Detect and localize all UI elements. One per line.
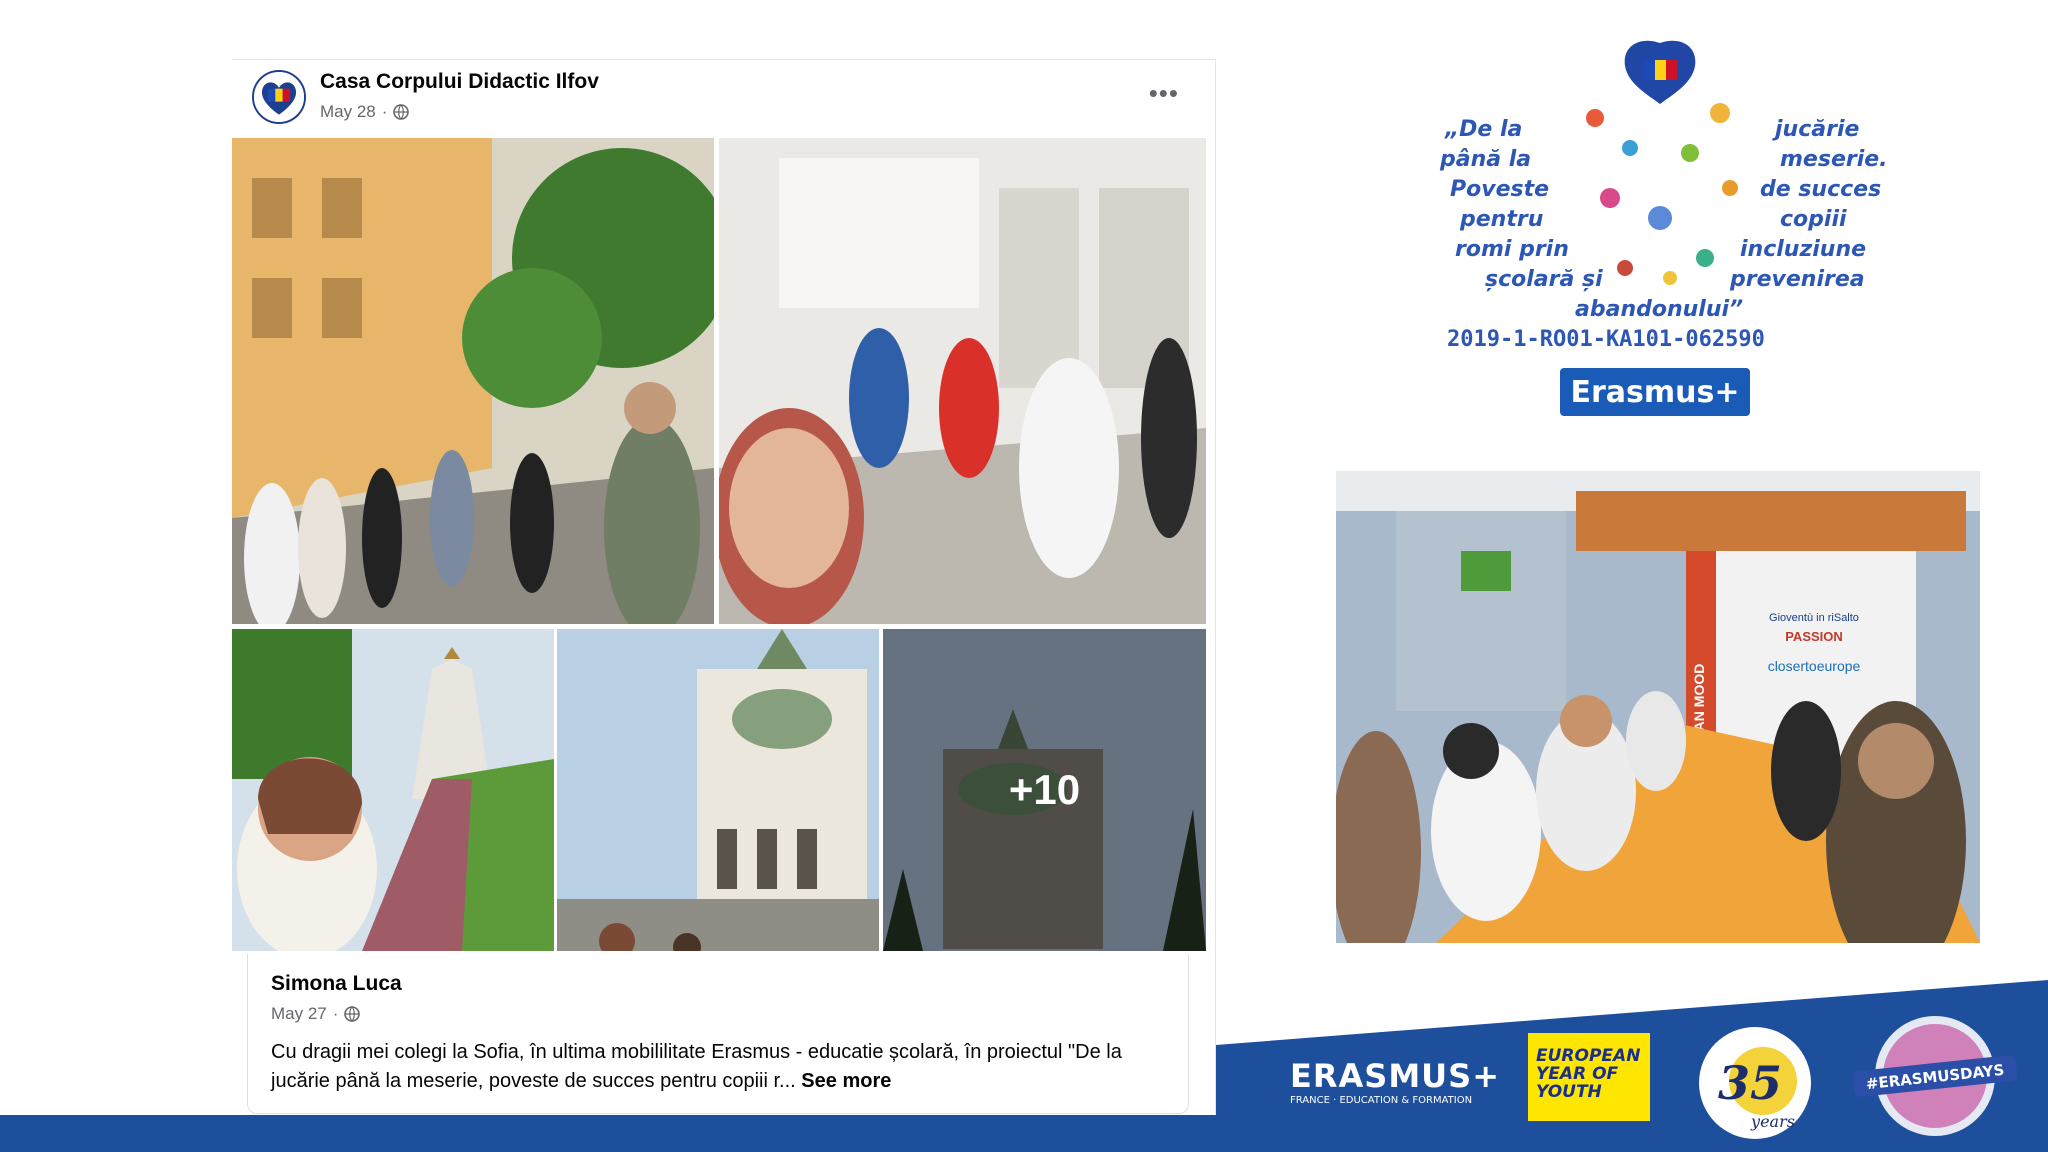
erasmus-35-years-logo[interactable]: 35 years (1695, 1023, 1815, 1143)
logo-right-line-3: de succes (1760, 177, 1881, 202)
eyy-line-1: EUROPEAN (1536, 1046, 1641, 1066)
logo-text-line-6: școlară și (1485, 267, 1603, 292)
logo-text-line-1: „De la (1444, 117, 1522, 142)
cathedral-photo (557, 629, 879, 951)
shared-post-meta: May 27 · (271, 1004, 361, 1024)
project-logo: „De la până la Poveste pentru romi prin … (1430, 38, 1890, 438)
logo-text-line-2: până la (1439, 147, 1531, 172)
shared-author-name[interactable]: Simona Luca (271, 972, 402, 996)
logo-right-line-6: prevenirea (1729, 267, 1865, 292)
group-photo-hallway (719, 138, 1206, 624)
erasmus-logo-text: ERASMUS+ (1290, 1057, 1500, 1095)
logo-text-line-5: romi prin (1455, 237, 1569, 262)
post-photo-5[interactable]: +10 (883, 629, 1206, 951)
heart-flag-icon (254, 72, 304, 122)
erasmus-logo-subtitle: FRANCE · EDUCATION & FORMATION (1290, 1095, 1473, 1106)
shared-post[interactable]: Simona Luca May 27 · Cu dragii mei coleg… (247, 954, 1189, 1114)
project-code: 2019-1-RO01-KA101-062590 (1447, 327, 1765, 352)
post-author-name[interactable]: Casa Corpului Didactic Ilfov (320, 70, 599, 94)
globe-icon (393, 104, 410, 120)
shared-post-text: Cu dragii mei colegi la Sofia, în ultima… (271, 1038, 1171, 1096)
post-photo-1[interactable] (232, 138, 714, 624)
post-photo-4[interactable] (557, 629, 879, 951)
selfie-cathedral-photo (232, 629, 554, 951)
anniversary-years: years (1750, 1112, 1795, 1131)
erasmus-plus-logo[interactable]: ERASMUS+ FRANCE · EDUCATION & FORMATION (1290, 1057, 1500, 1106)
logo-right-line-4: copiii (1780, 207, 1847, 232)
shared-post-date[interactable]: May 27 (271, 1004, 327, 1024)
logo-text-line-4: pentru (1459, 207, 1543, 232)
classroom-workshop-photo: Gioventù in riSalto PASSION closertoeuro… (1336, 471, 1980, 943)
erasmus-days-logo[interactable]: #ERASMUSDAYS (1845, 1011, 2025, 1141)
logo-right-line-1: jucărie (1772, 117, 1859, 142)
post-photo-3[interactable] (232, 629, 554, 951)
see-more-link[interactable]: See more (801, 1070, 891, 1092)
logo-text-line-3: Poveste (1450, 177, 1549, 202)
eyy-line-3: YOUTH (1536, 1082, 1602, 1102)
erasmus-plus-badge: Erasmus+ (1571, 375, 1740, 410)
toys-heart-illustration: „De la până la Poveste pentru romi prin … (1439, 40, 1888, 416)
globe-icon (344, 1006, 361, 1022)
workshop-photo[interactable]: Gioventù in riSalto PASSION closertoeuro… (1336, 471, 1980, 943)
european-year-of-youth-logo[interactable]: EUROPEAN YEAR OF YOUTH (1528, 1033, 1650, 1121)
banner-line-3: closertoeurope (1768, 658, 1861, 674)
post-date[interactable]: May 28 (320, 102, 376, 122)
page-avatar[interactable] (252, 70, 306, 124)
footer-logos: ERASMUS+ FRANCE · EDUCATION & FORMATION … (1290, 995, 2048, 1152)
shared-post-body: Cu dragii mei colegi la Sofia, în ultima… (271, 1041, 1122, 1092)
banner-line-2: PASSION (1785, 629, 1843, 644)
more-options-icon[interactable]: ••• (1149, 78, 1179, 109)
logo-right-line-2: meserie. (1780, 147, 1888, 172)
post-meta: May 28 · (320, 102, 410, 122)
post-photo-2[interactable] (719, 138, 1206, 624)
group-photo-street (232, 138, 714, 624)
meta-separator: · (332, 1004, 339, 1023)
logo-text-line-7: abandonului” (1575, 297, 1743, 322)
banner-line-1: Gioventù in riSalto (1769, 612, 1859, 624)
eyy-line-2: YEAR OF (1536, 1064, 1619, 1084)
logo-right-line-5: incluziune (1740, 237, 1866, 262)
meta-separator: · (381, 102, 388, 121)
anniversary-number: 35 (1718, 1056, 1782, 1110)
more-photos-overlay[interactable]: +10 (883, 629, 1206, 951)
